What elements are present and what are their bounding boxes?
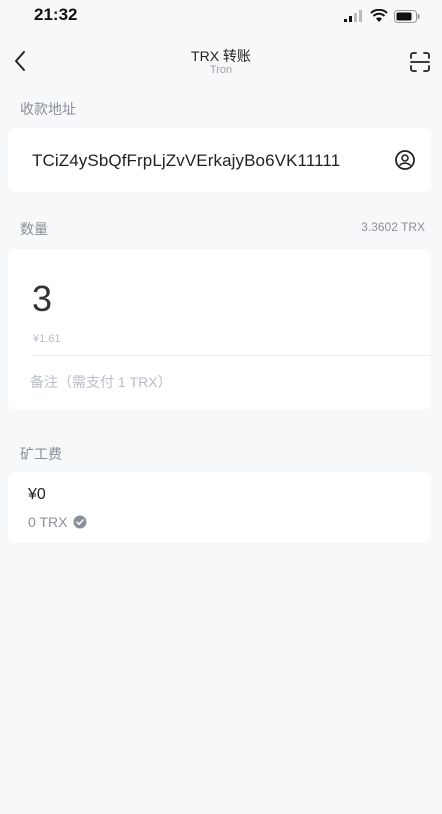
fee-label: 矿工费 bbox=[20, 446, 62, 462]
wifi-icon bbox=[370, 9, 388, 22]
divider bbox=[32, 355, 431, 356]
amount-label: 数量 bbox=[20, 221, 48, 237]
amount-input[interactable]: 3 bbox=[32, 278, 52, 320]
page-title: TRX 转账 bbox=[191, 48, 251, 64]
status-time: 21:32 bbox=[34, 5, 78, 24]
network-subtitle: Tron bbox=[209, 64, 233, 76]
battery-icon bbox=[394, 9, 420, 23]
fee-fiat-value: ¥0 bbox=[28, 486, 46, 503]
scan-button[interactable] bbox=[408, 50, 432, 74]
amount-fiat-value: ¥1.61 bbox=[33, 333, 61, 345]
recipient-address-input[interactable]: TCiZ4ySbQfFrpLjZvVErkajyBo6VK11111 bbox=[32, 151, 340, 171]
contact-icon bbox=[395, 150, 415, 170]
fee-trx-value: 0 TRX bbox=[28, 514, 68, 530]
memo-input[interactable]: 备注（需支付 1 TRX） bbox=[30, 372, 172, 392]
nav-bar: TRX 转账 Tron bbox=[0, 38, 442, 88]
fee-trx-row: 0 TRX bbox=[28, 514, 87, 530]
status-icons bbox=[344, 8, 420, 24]
signal-icon bbox=[344, 10, 362, 22]
check-circle-icon bbox=[73, 515, 87, 529]
status-bar: 21:32 bbox=[0, 0, 442, 32]
recipient-label: 收款地址 bbox=[20, 101, 76, 117]
address-book-button[interactable] bbox=[393, 148, 417, 172]
scan-icon bbox=[410, 52, 430, 72]
available-balance: 3.3602 TRX bbox=[361, 220, 425, 234]
amount-card: 3 ¥1.61 备注（需支付 1 TRX） bbox=[8, 249, 431, 410]
fee-card[interactable]: ¥0 0 TRX bbox=[8, 472, 431, 543]
recipient-card: TCiZ4ySbQfFrpLjZvVErkajyBo6VK11111 bbox=[8, 128, 431, 192]
